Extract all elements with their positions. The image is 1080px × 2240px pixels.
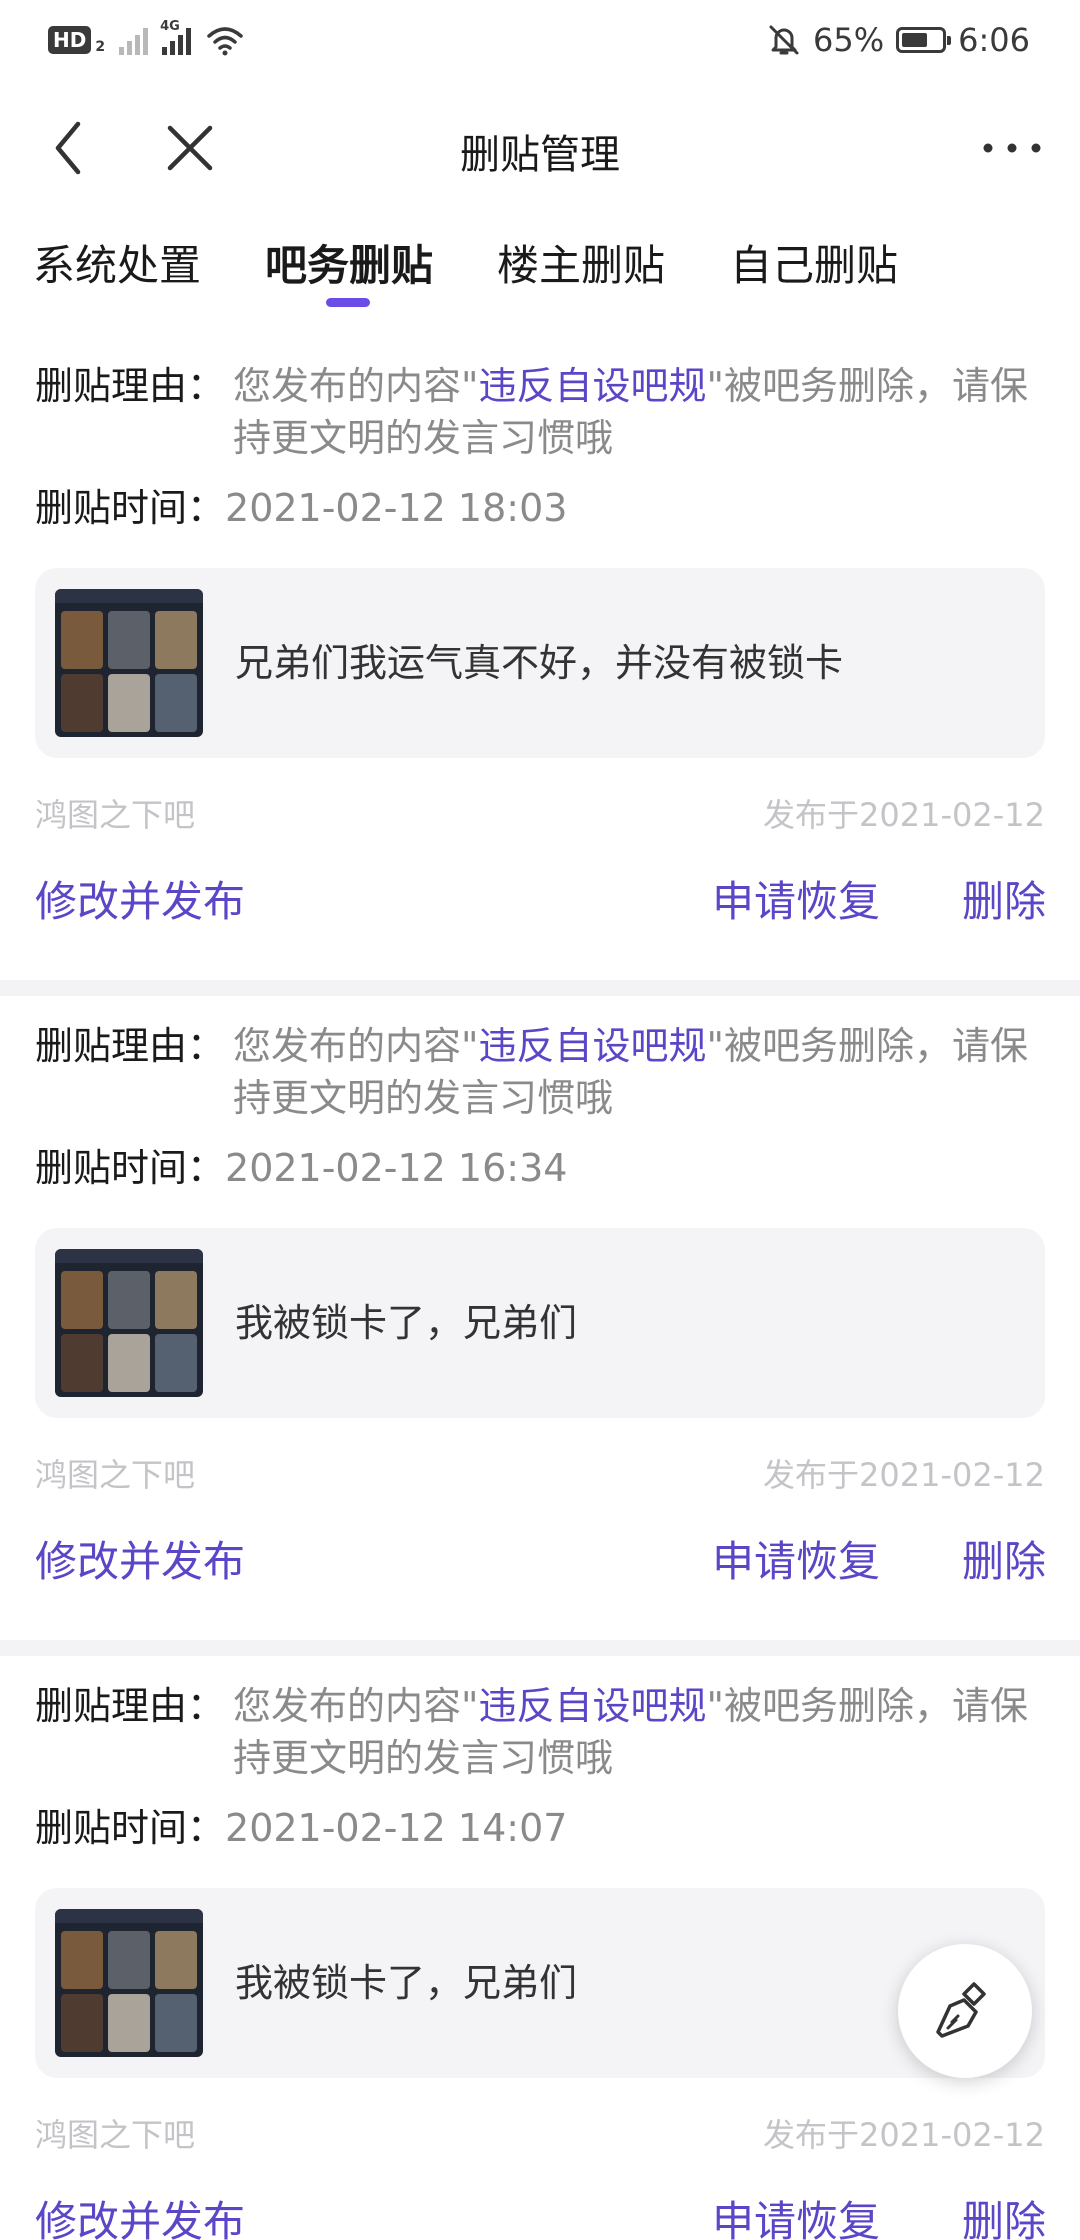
reason-label: 删贴理由： bbox=[35, 1684, 226, 1728]
broom-icon bbox=[936, 1982, 986, 2038]
network-type-label: 4G bbox=[160, 19, 180, 34]
thumbnail-tile bbox=[155, 674, 197, 732]
thumbnail-tile bbox=[61, 611, 103, 669]
thumbnail-tile bbox=[155, 1931, 197, 1989]
status-bar-right: 65% 6:06 bbox=[767, 18, 1030, 62]
thumbnail-tile bbox=[155, 1994, 197, 2052]
thumbnail-tile bbox=[61, 1271, 103, 1329]
tab-admin-deleted[interactable]: 吧务删贴 bbox=[265, 232, 433, 293]
title-bar: 删贴管理 bbox=[0, 100, 1080, 196]
card-divider bbox=[0, 980, 1080, 996]
post-title: 兄弟们我运气真不好，并没有被锁卡 bbox=[235, 641, 844, 685]
thumbnail-tile bbox=[108, 1334, 150, 1392]
deleted-post-card: 删贴理由： 您发布的内容"违反自设吧规"被吧务删除，请保持更文明的发言习惯哦 删… bbox=[0, 340, 1080, 980]
thumbnail-tile bbox=[108, 1271, 150, 1329]
thumbnail-tile bbox=[61, 1334, 103, 1392]
tab-op-deleted[interactable]: 楼主删贴 bbox=[497, 232, 665, 293]
delete-button[interactable]: 删除 bbox=[962, 2188, 1046, 2240]
post-thumbnail bbox=[55, 1249, 203, 1397]
time-row: 删贴时间：2021-02-12 14:07 bbox=[35, 1802, 567, 1854]
thumbnail-tile bbox=[108, 1931, 150, 1989]
forum-name[interactable]: 鸿图之下吧 bbox=[35, 2110, 195, 2156]
tab-bar: 系统处置 吧务删贴 楼主删贴 自己删贴 bbox=[0, 232, 1080, 312]
violated-rule-link[interactable]: 违反自设吧规 bbox=[478, 1024, 706, 1068]
reason-prefix: 您发布的内容" bbox=[233, 364, 479, 408]
status-bar: HD 2 4G 65% 6:06 bbox=[0, 0, 1080, 80]
post-thumbnail bbox=[55, 1909, 203, 2057]
thumbnail-topbar bbox=[55, 1909, 203, 1923]
reason-label: 删贴理由： bbox=[35, 1024, 226, 1068]
time-row: 删贴时间：2021-02-12 16:34 bbox=[35, 1142, 567, 1194]
forum-name[interactable]: 鸿图之下吧 bbox=[35, 790, 195, 836]
post-preview[interactable]: 兄弟们我运气真不好，并没有被锁卡 bbox=[35, 568, 1045, 758]
request-restore-button[interactable]: 申请恢复 bbox=[712, 2188, 880, 2240]
request-restore-button[interactable]: 申请恢复 bbox=[712, 1528, 880, 1589]
thumbnail-tile bbox=[61, 1931, 103, 1989]
post-preview[interactable]: 我被锁卡了，兄弟们 bbox=[35, 1228, 1045, 1418]
tab-system-action[interactable]: 系统处置 bbox=[33, 232, 201, 293]
reason-prefix: 您发布的内容" bbox=[233, 1024, 479, 1068]
card-divider bbox=[0, 1640, 1080, 1656]
delete-button[interactable]: 删除 bbox=[962, 1528, 1046, 1589]
more-button[interactable] bbox=[972, 116, 1052, 180]
clock: 6:06 bbox=[958, 21, 1030, 59]
publish-date: 发布于2021-02-12 bbox=[763, 2116, 1045, 2154]
battery-icon bbox=[896, 27, 952, 53]
deleted-post-card: 删贴理由： 您发布的内容"违反自设吧规"被吧务删除，请保持更文明的发言习惯哦 删… bbox=[0, 1660, 1080, 2240]
deleted-post-card: 删贴理由： 您发布的内容"违反自设吧规"被吧务删除，请保持更文明的发言习惯哦 删… bbox=[0, 1000, 1080, 1640]
post-preview[interactable]: 我被锁卡了，兄弟们 bbox=[35, 1888, 1045, 2078]
post-title: 我被锁卡了，兄弟们 bbox=[235, 1301, 578, 1345]
time-label: 删贴时间： bbox=[35, 1806, 226, 1850]
battery-percent: 65% bbox=[813, 21, 885, 59]
edit-and-publish-button[interactable]: 修改并发布 bbox=[35, 1528, 245, 1589]
time-label: 删贴时间： bbox=[35, 486, 226, 530]
reason-label: 删贴理由： bbox=[35, 364, 226, 408]
hd-badge: HD bbox=[48, 26, 92, 54]
deleted-time: 2021-02-12 18:03 bbox=[225, 486, 568, 530]
reason-text: 您发布的内容"违反自设吧规"被吧务删除，请保持更文明的发言习惯哦 bbox=[233, 1680, 1033, 1784]
time-label: 删贴时间： bbox=[35, 1146, 226, 1190]
thumbnail-tile bbox=[155, 1334, 197, 1392]
edit-and-publish-button[interactable]: 修改并发布 bbox=[35, 2188, 245, 2240]
post-thumbnail bbox=[55, 589, 203, 737]
tab-self-deleted[interactable]: 自己删贴 bbox=[730, 232, 898, 293]
signal-icon-sim1 bbox=[119, 25, 149, 55]
request-restore-button[interactable]: 申请恢复 bbox=[712, 868, 880, 929]
violated-rule-link[interactable]: 违反自设吧规 bbox=[478, 364, 706, 408]
deleted-time: 2021-02-12 16:34 bbox=[225, 1146, 568, 1190]
signal-icon-sim2: 4G bbox=[160, 19, 192, 55]
thumbnail-tile bbox=[108, 674, 150, 732]
deleted-time: 2021-02-12 14:07 bbox=[225, 1806, 568, 1850]
bell-muted-icon bbox=[769, 25, 799, 55]
publish-date: 发布于2021-02-12 bbox=[763, 796, 1045, 834]
thumbnail-tile bbox=[61, 674, 103, 732]
time-row: 删贴时间：2021-02-12 18:03 bbox=[35, 482, 567, 534]
publish-date: 发布于2021-02-12 bbox=[763, 1456, 1045, 1494]
active-tab-indicator bbox=[326, 298, 370, 307]
violated-rule-link[interactable]: 违反自设吧规 bbox=[478, 1684, 706, 1728]
page-title: 删贴管理 bbox=[460, 132, 620, 178]
thumbnail-tile bbox=[61, 1994, 103, 2052]
edit-and-publish-button[interactable]: 修改并发布 bbox=[35, 868, 245, 929]
thumbnail-tile bbox=[155, 611, 197, 669]
reason-text: 您发布的内容"违反自设吧规"被吧务删除，请保持更文明的发言习惯哦 bbox=[233, 360, 1033, 464]
forum-name[interactable]: 鸿图之下吧 bbox=[35, 1450, 195, 1496]
thumbnail-tile bbox=[108, 1994, 150, 2052]
thumbnail-tile bbox=[155, 1271, 197, 1329]
thumbnail-topbar bbox=[55, 589, 203, 603]
clean-button[interactable] bbox=[898, 1944, 1032, 2078]
reason-text: 您发布的内容"违反自设吧规"被吧务删除，请保持更文明的发言习惯哦 bbox=[233, 1020, 1033, 1124]
hd-sub-label: 2 bbox=[95, 39, 106, 55]
more-dots-icon bbox=[983, 143, 1041, 153]
status-bar-left: HD 2 4G bbox=[48, 19, 245, 58]
wifi-icon bbox=[207, 27, 243, 56]
thumbnail-topbar bbox=[55, 1249, 203, 1263]
delete-button[interactable]: 删除 bbox=[962, 868, 1046, 929]
thumbnail-tile bbox=[108, 611, 150, 669]
reason-prefix: 您发布的内容" bbox=[233, 1684, 479, 1728]
battery-fill bbox=[902, 33, 927, 47]
post-title: 我被锁卡了，兄弟们 bbox=[235, 1961, 578, 2005]
